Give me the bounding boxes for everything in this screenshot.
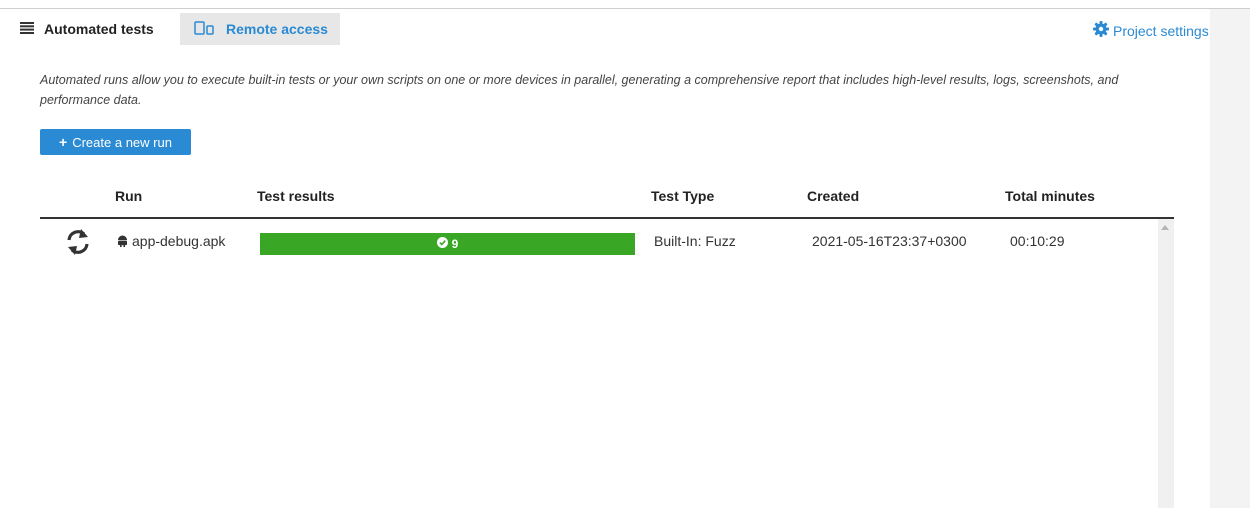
tab-automated-label: Automated tests — [44, 21, 154, 37]
run-name-cell[interactable]: app-debug.apk — [117, 233, 225, 250]
table-scrollbar[interactable] — [1158, 219, 1174, 508]
android-icon — [117, 234, 128, 250]
project-settings-link[interactable]: Project settings — [1093, 21, 1209, 40]
table-header-divider — [40, 217, 1174, 219]
tab-remote-access[interactable]: Remote access — [180, 13, 340, 45]
right-gutter — [1210, 9, 1250, 508]
tab-remote-label: Remote access — [226, 21, 328, 37]
top-divider — [0, 8, 1250, 9]
refresh-icon — [64, 228, 92, 259]
passed-count: 9 — [451, 237, 459, 251]
test-type-cell: Built-In: Fuzz — [654, 233, 736, 249]
total-minutes-cell: 00:10:29 — [1010, 233, 1065, 249]
column-header-test-results[interactable]: Test results — [257, 188, 335, 204]
gear-icon — [1093, 21, 1109, 40]
automated-runs-description: Automated runs allow you to execute buil… — [40, 73, 1119, 107]
column-header-run[interactable]: Run — [115, 188, 142, 204]
plus-icon: + — [59, 134, 68, 150]
check-circle-icon — [436, 237, 448, 251]
test-results-bar[interactable]: 9 — [260, 233, 635, 255]
scroll-up-arrow-icon[interactable] — [1161, 225, 1169, 230]
column-header-created[interactable]: Created — [807, 188, 859, 204]
devices-icon — [194, 20, 216, 38]
create-new-run-button[interactable]: + Create a new run — [40, 129, 191, 155]
created-cell: 2021-05-16T23:37+0300 — [812, 233, 967, 249]
content-panel — [0, 45, 1210, 508]
run-name: app-debug.apk — [132, 233, 226, 249]
column-header-total-minutes[interactable]: Total minutes — [1005, 188, 1095, 204]
tab-automated-tests[interactable]: Automated tests — [20, 13, 170, 45]
create-new-run-label: Create a new run — [72, 134, 172, 150]
column-header-test-type[interactable]: Test Type — [651, 188, 714, 204]
project-settings-label: Project settings — [1113, 22, 1209, 39]
list-icon — [20, 21, 34, 37]
